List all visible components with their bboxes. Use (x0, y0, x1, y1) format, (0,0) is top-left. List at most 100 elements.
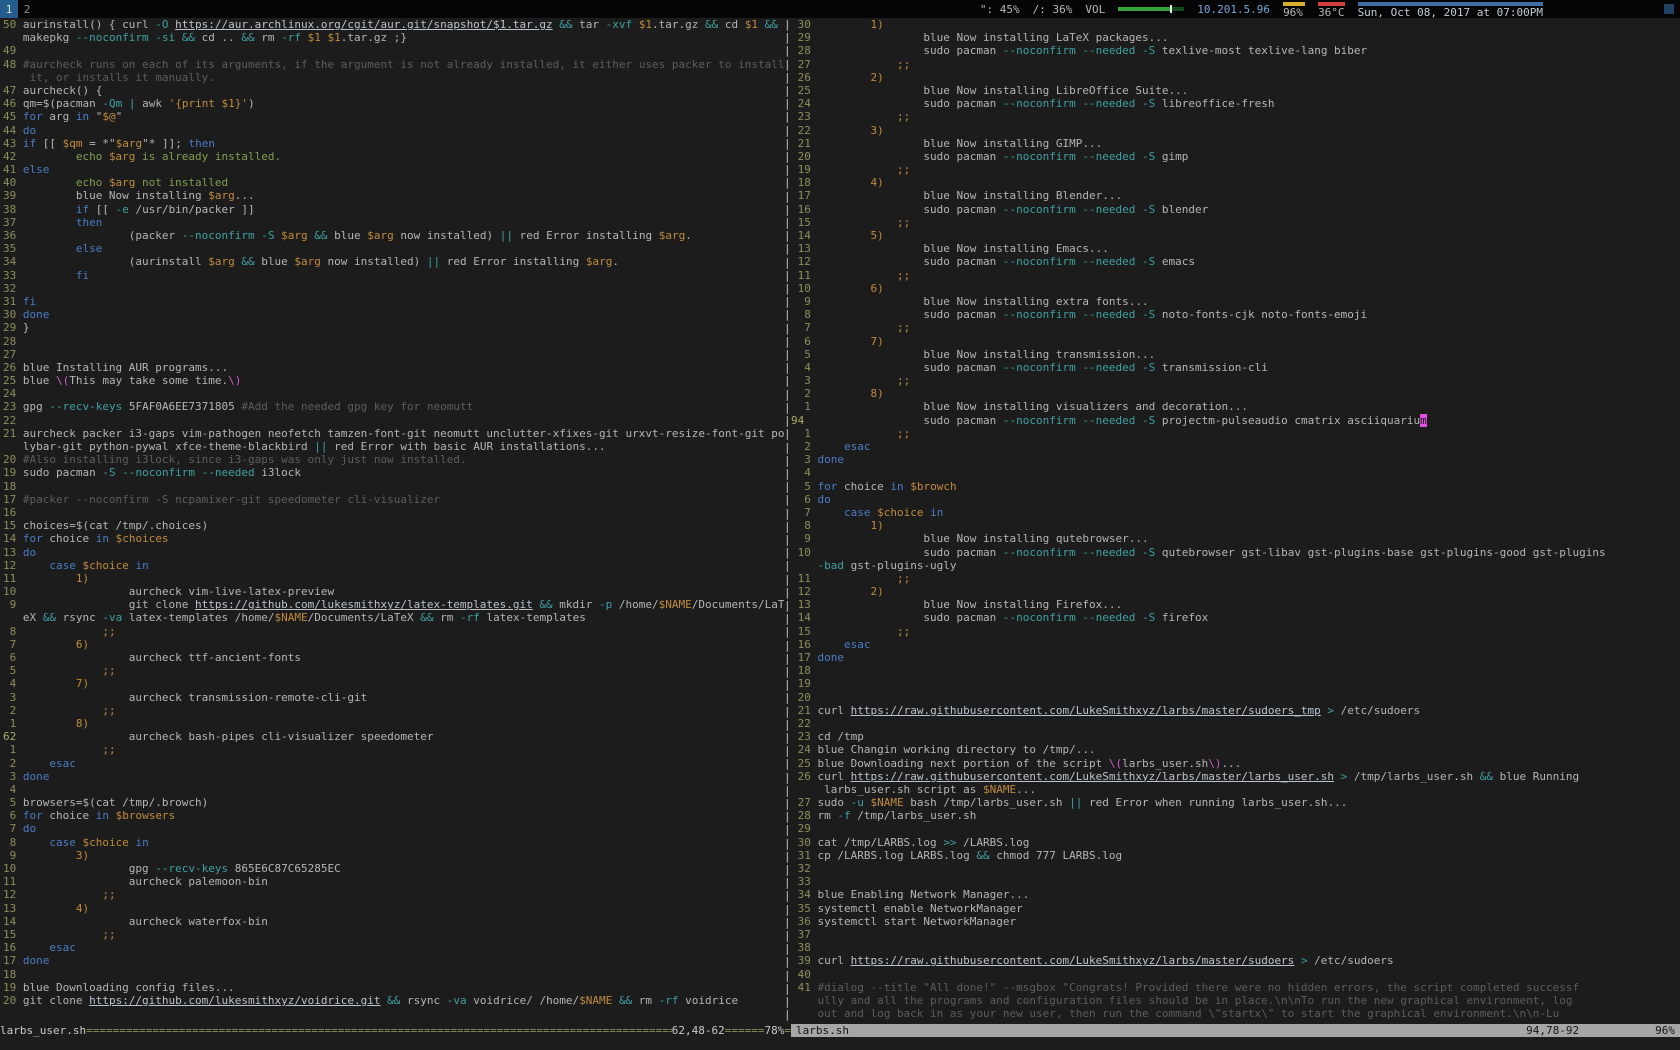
code-line[interactable]: 62 aurcheck bash-pipes cli-visualizer sp… (3, 730, 784, 743)
code-line[interactable]: 21curl https://raw.githubusercontent.com… (791, 704, 1680, 717)
code-line[interactable]: 10 gpg --recv-keys 865E6C87C65285EC (3, 862, 784, 875)
code-line[interactable]: 4 (3, 783, 784, 796)
code-line[interactable]: 5browsers=$(cat /tmp/.browch) (3, 796, 784, 809)
code-line[interactable]: 37 then (3, 216, 784, 229)
code-line[interactable]: 11 ;; (791, 269, 1680, 282)
code-line[interactable]: 38 if [[ -e /usr/bin/packer ]] (3, 203, 784, 216)
code-line[interactable]: 18 (791, 664, 1680, 677)
code-line[interactable]: 11 1) (3, 572, 784, 585)
code-line[interactable]: 15 ;; (791, 625, 1680, 638)
code-line[interactable]: 24 (3, 387, 784, 400)
wrap-line[interactable]: makepkg --noconfirm -si && cd .. && rm -… (3, 31, 784, 44)
code-line[interactable]: 45for arg in "$@" (3, 110, 784, 123)
code-line[interactable]: 7 ;; (791, 321, 1680, 334)
code-line[interactable]: 27sudo -u $NAME bash /tmp/larbs_user.sh … (791, 796, 1680, 809)
code-line[interactable]: 14 aurcheck waterfox-bin (3, 915, 784, 928)
volume-slider[interactable] (1118, 7, 1184, 11)
code-line[interactable]: 36 (packer --noconfirm -S $arg && blue $… (3, 229, 784, 242)
code-line[interactable]: 4 (791, 466, 1680, 479)
code-line[interactable]: 24 sudo pacman --noconfirm --needed -S l… (791, 97, 1680, 110)
code-line[interactable]: 6for choice in $browsers (3, 809, 784, 822)
vim-command-line[interactable]: "larbs.sh" 136L, 5648C written (0, 1037, 1680, 1050)
code-line[interactable]: 15 ;; (3, 928, 784, 941)
code-line[interactable]: 35systemctl enable NetworkManager (791, 902, 1680, 915)
code-line[interactable]: 23gpg --recv-keys 5FAF0A6EE7371805 #Add … (3, 400, 784, 413)
split-separator[interactable]: | | | | | | | | | | | | | | | | | | | | … (784, 18, 791, 1024)
code-line[interactable]: 9 git clone https://github.com/lukesmith… (3, 598, 784, 611)
code-line[interactable]: 9 blue Now installing extra fonts... (791, 295, 1680, 308)
code-line[interactable]: 1 blue Now installing visualizers and de… (791, 400, 1680, 413)
code-line[interactable]: 17 blue Now installing Blender... (791, 189, 1680, 202)
code-line[interactable]: 16 (3, 506, 784, 519)
code-line[interactable]: 39curl https://raw.githubusercontent.com… (791, 954, 1680, 967)
code-line[interactable]: 17done (791, 651, 1680, 664)
code-line[interactable]: 22 3) (791, 124, 1680, 137)
code-line[interactable]: 17done (3, 954, 784, 967)
code-line[interactable]: 19sudo pacman -S --noconfirm --needed i3… (3, 466, 784, 479)
code-line[interactable]: 3done (791, 453, 1680, 466)
code-line[interactable]: 49 (3, 44, 784, 57)
code-line[interactable]: 29 (791, 822, 1680, 835)
code-line[interactable]: 12 sudo pacman --noconfirm --needed -S e… (791, 255, 1680, 268)
wrap-line[interactable]: it, or installs it manually. (3, 71, 784, 84)
code-line[interactable]: 20git clone https://github.com/lukesmith… (3, 994, 784, 1007)
code-line[interactable]: 50aurinstall() { curl -O https://aur.arc… (3, 18, 784, 31)
code-line[interactable]: 8 1) (791, 519, 1680, 532)
vim-pane-right[interactable]: 30 1)29 blue Now installing LaTeX packag… (791, 18, 1680, 1024)
code-line[interactable]: 15choices=$(cat /tmp/.choices) (3, 519, 784, 532)
code-line[interactable]: 4 7) (3, 677, 784, 690)
code-line[interactable]: 30done (3, 308, 784, 321)
code-line[interactable]: 41else (3, 163, 784, 176)
code-line[interactable]: 26 2) (791, 71, 1680, 84)
code-line[interactable]: 3 ;; (791, 374, 1680, 387)
code-line[interactable]: 2 8) (791, 387, 1680, 400)
code-line[interactable]: 30 1) (791, 18, 1680, 31)
code-line[interactable]: 6 7) (791, 335, 1680, 348)
code-line[interactable]: 13 blue Now installing Firefox... (791, 598, 1680, 611)
code-line[interactable]: 2 ;; (3, 704, 784, 717)
code-line[interactable]: 18 (3, 480, 784, 493)
wrap-line[interactable]: out and log back in as your new user, th… (791, 1007, 1680, 1020)
code-line[interactable]: 7do (3, 822, 784, 835)
code-line[interactable]: 19blue Downloading config files... (3, 981, 784, 994)
code-line[interactable]: 5 blue Now installing transmission... (791, 348, 1680, 361)
wrap-line[interactable]: lybar-git python-pywal xfce-theme-blackb… (3, 440, 784, 453)
code-line[interactable]: 21aurcheck packer i3-gaps vim-pathogen n… (3, 427, 784, 440)
volume-knob[interactable] (1170, 5, 1172, 13)
code-line[interactable]: 15 ;; (791, 216, 1680, 229)
code-line[interactable]: 11 aurcheck palemoon-bin (3, 875, 784, 888)
code-line[interactable]: 46qm=$(pacman -Qm | awk '{print $1}') (3, 97, 784, 110)
tag-1[interactable]: 1 (0, 0, 18, 18)
code-line[interactable]: 36systemctl start NetworkManager (791, 915, 1680, 928)
code-line[interactable]: 29 blue Now installing LaTeX packages... (791, 31, 1680, 44)
tag-2[interactable]: 2 (18, 0, 36, 18)
code-line[interactable]: 9 3) (3, 849, 784, 862)
code-line[interactable]: 30cat /tmp/LARBS.log >> /LARBS.log (791, 836, 1680, 849)
code-line[interactable]: 43if [[ $qm = *"$arg"* ]]; then (3, 137, 784, 150)
code-line[interactable]: 25 blue Now installing LibreOffice Suite… (791, 84, 1680, 97)
code-line[interactable]: 9 blue Now installing qutebrowser... (791, 532, 1680, 545)
code-line[interactable]: 38 (791, 941, 1680, 954)
code-line[interactable]: 48#aurcheck runs on each of its argument… (3, 58, 784, 71)
code-line[interactable]: 17#packer --noconfirm -S ncpamixer-git s… (3, 493, 784, 506)
code-line[interactable]: 31fi (3, 295, 784, 308)
code-line[interactable]: 19 ;; (791, 163, 1680, 176)
code-line[interactable]: 35 else (3, 242, 784, 255)
code-line[interactable]: 34 (aurinstall $arg && blue $arg now ins… (3, 255, 784, 268)
vim-pane-left[interactable]: 50aurinstall() { curl -O https://aur.arc… (0, 18, 784, 1024)
code-line[interactable]: 20 sudo pacman --noconfirm --needed -S g… (791, 150, 1680, 163)
code-line[interactable]: 1 ;; (791, 427, 1680, 440)
code-line[interactable]: 8 sudo pacman --noconfirm --needed -S no… (791, 308, 1680, 321)
code-line[interactable]: 27 ;; (791, 58, 1680, 71)
code-line[interactable]: 26blue Installing AUR programs... (3, 361, 784, 374)
code-line[interactable]: 5for choice in $browch (791, 480, 1680, 493)
code-line[interactable]: 23cd /tmp (791, 730, 1680, 743)
code-line[interactable]: 6do (791, 493, 1680, 506)
code-line[interactable]: 23 ;; (791, 110, 1680, 123)
code-line[interactable]: 25blue \(This may take some time.\) (3, 374, 784, 387)
code-line[interactable]: 13 blue Now installing Emacs... (791, 242, 1680, 255)
code-line[interactable]: 10 6) (791, 282, 1680, 295)
code-line[interactable]: 42 echo $arg is already installed. (3, 150, 784, 163)
wrap-line[interactable]: larbs_user.sh script as $NAME... (791, 783, 1680, 796)
code-line[interactable]: 6 aurcheck ttf-ancient-fonts (3, 651, 784, 664)
